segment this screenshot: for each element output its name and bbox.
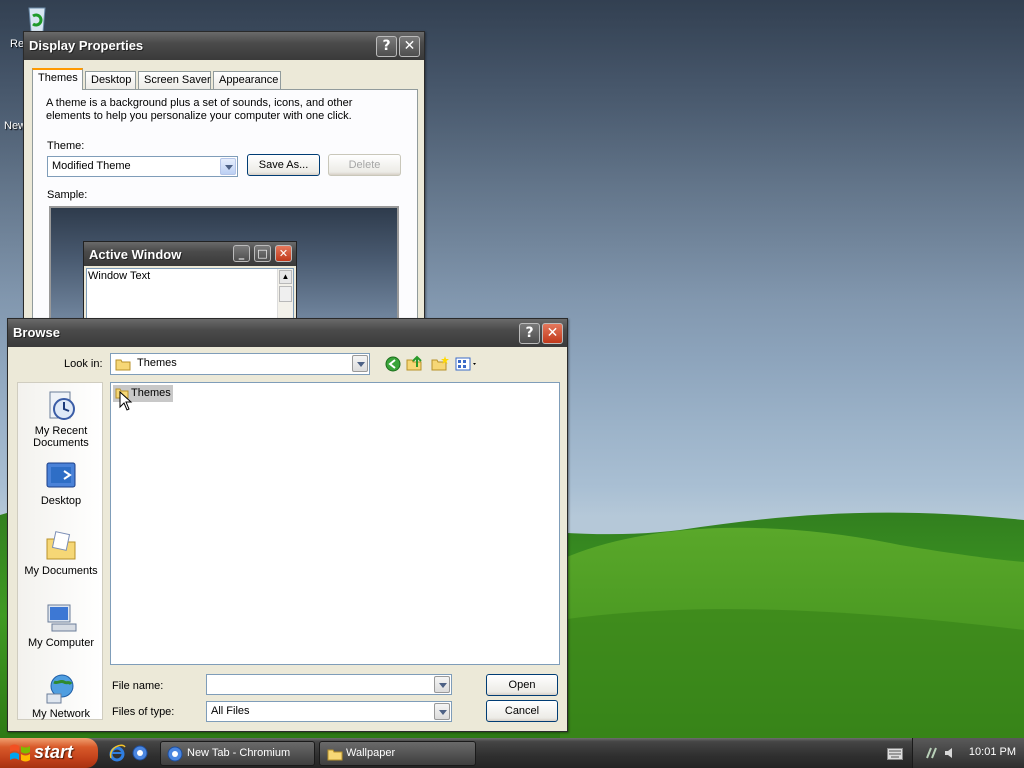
window-title: Browse (13, 325, 60, 340)
title-bar[interactable]: Display Properties ? ✕ (24, 32, 424, 60)
chevron-down-icon[interactable] (352, 355, 368, 372)
theme-description: A theme is a background plus a set of so… (46, 97, 353, 122)
views-menu-icon[interactable] (455, 356, 479, 372)
system-tray: 10:01 PM (912, 738, 1024, 768)
close-icon: ✕ (275, 245, 292, 262)
start-button[interactable]: start (0, 738, 98, 768)
my-network-icon (46, 674, 74, 704)
close-button[interactable]: ✕ (399, 36, 420, 57)
place-label: My Documents (24, 565, 98, 577)
my-documents-icon (46, 531, 76, 560)
tab-desktop[interactable]: Desktop (85, 71, 136, 89)
theme-sample-preview: Active Window _ □ ✕ Window Text ▲ (49, 206, 399, 320)
recent-documents-icon (49, 391, 75, 420)
keyboard-icon[interactable] (887, 748, 903, 760)
scroll-up-icon: ▲ (279, 270, 292, 284)
internet-explorer-icon[interactable] (108, 744, 126, 762)
theme-select[interactable]: Modified Theme (47, 156, 238, 177)
open-button[interactable]: Open (486, 674, 558, 696)
desktop-icon-label: Re (10, 38, 25, 50)
start-label: start (34, 742, 74, 762)
file-name: Themes (131, 387, 171, 399)
task-wallpaper[interactable]: Wallpaper (319, 741, 476, 766)
tab-screen-saver[interactable]: Screen Saver (138, 71, 211, 89)
file-list[interactable]: Themes (110, 382, 560, 665)
title-bar[interactable]: Browse ? ✕ (8, 319, 567, 347)
desktop-icon (46, 462, 76, 488)
place-label: Desktop (40, 495, 82, 507)
tab-appearance[interactable]: Appearance (213, 71, 281, 89)
place-my-network[interactable]: My Network (18, 672, 104, 720)
place-label: My Network (31, 708, 91, 720)
look-in-label: Look in: (64, 358, 103, 370)
folder-icon (327, 749, 343, 761)
task-label: New Tab - Chromium (187, 747, 291, 759)
place-my-recent-documents[interactable]: My Recent Documents (18, 389, 104, 449)
theme-select-value: Modified Theme (52, 160, 131, 172)
close-button[interactable]: ✕ (542, 323, 563, 344)
themes-tab-pane: A theme is a background plus a set of so… (32, 89, 418, 320)
new-folder-icon[interactable] (431, 355, 449, 371)
browse-dialog: Browse ? ✕ Look in: Themes My Recent Doc… (7, 318, 568, 732)
task-label: Wallpaper (346, 747, 396, 759)
chromium-quicklaunch-icon[interactable] (132, 745, 148, 761)
mouse-pointer-icon (119, 391, 133, 411)
network-icon[interactable] (925, 746, 939, 760)
places-bar: My Recent Documents Desktop My Documents (17, 382, 103, 720)
task-new-tab-chromium[interactable]: New Tab - Chromium (160, 741, 315, 766)
files-of-type-label: Files of type: (112, 706, 175, 718)
sample-window-text: Window Text (88, 270, 151, 282)
place-label: My Computer (27, 637, 95, 649)
look-in-value: Themes (137, 357, 177, 369)
close-icon: ✕ (403, 38, 416, 54)
files-of-type-value: All Files (211, 705, 250, 717)
sample-title-bar: Active Window _ □ ✕ (84, 242, 296, 266)
recycle-bin-icon (28, 7, 46, 33)
close-icon: ✕ (546, 325, 559, 341)
sample-label: Sample: (47, 189, 88, 201)
help-button[interactable]: ? (376, 36, 397, 57)
display-properties-window: Display Properties ? ✕ Themes Desktop Sc… (23, 31, 425, 321)
sample-window-title: Active Window (89, 247, 182, 262)
maximize-icon: □ (254, 245, 271, 262)
look-in-select[interactable]: Themes (110, 353, 370, 375)
file-name-field[interactable] (206, 674, 452, 695)
chevron-down-icon[interactable] (434, 676, 450, 693)
file-name-label: File name: (112, 680, 164, 692)
chromium-icon (167, 746, 183, 762)
theme-label: Theme: (47, 140, 85, 152)
help-button[interactable]: ? (519, 323, 540, 344)
desktop-icon-recycle-bin[interactable]: Re (2, 2, 72, 50)
cancel-button[interactable]: Cancel (486, 700, 558, 722)
back-icon[interactable] (385, 356, 401, 372)
chevron-down-icon[interactable] (220, 158, 236, 175)
sample-scrollbar: ▲ (277, 269, 293, 320)
place-label: My Recent Documents (33, 425, 89, 449)
taskbar: start New Tab - Chromium Wallpaper 10:01… (0, 738, 1024, 768)
place-desktop[interactable]: Desktop (18, 459, 104, 507)
sample-window-body: Window Text ▲ (86, 268, 294, 320)
place-my-documents[interactable]: My Documents (18, 529, 104, 577)
files-of-type-select[interactable]: All Files (206, 701, 452, 722)
chevron-down-icon[interactable] (434, 703, 450, 720)
windows-logo-icon (10, 744, 30, 762)
window-title: Display Properties (29, 38, 144, 53)
up-one-level-icon[interactable] (406, 355, 424, 371)
clock[interactable]: 10:01 PM (969, 746, 1016, 758)
save-as-button[interactable]: Save As... (247, 154, 320, 176)
scroll-thumb (279, 286, 292, 302)
minimize-icon: _ (233, 245, 250, 262)
tab-themes[interactable]: Themes (32, 68, 83, 90)
sample-active-window: Active Window _ □ ✕ Window Text ▲ (83, 241, 297, 320)
volume-icon[interactable] (943, 746, 957, 760)
place-my-computer[interactable]: My Computer (18, 601, 104, 649)
my-computer-icon (47, 604, 77, 632)
delete-button[interactable]: Delete (328, 154, 401, 176)
folder-icon (115, 359, 131, 371)
